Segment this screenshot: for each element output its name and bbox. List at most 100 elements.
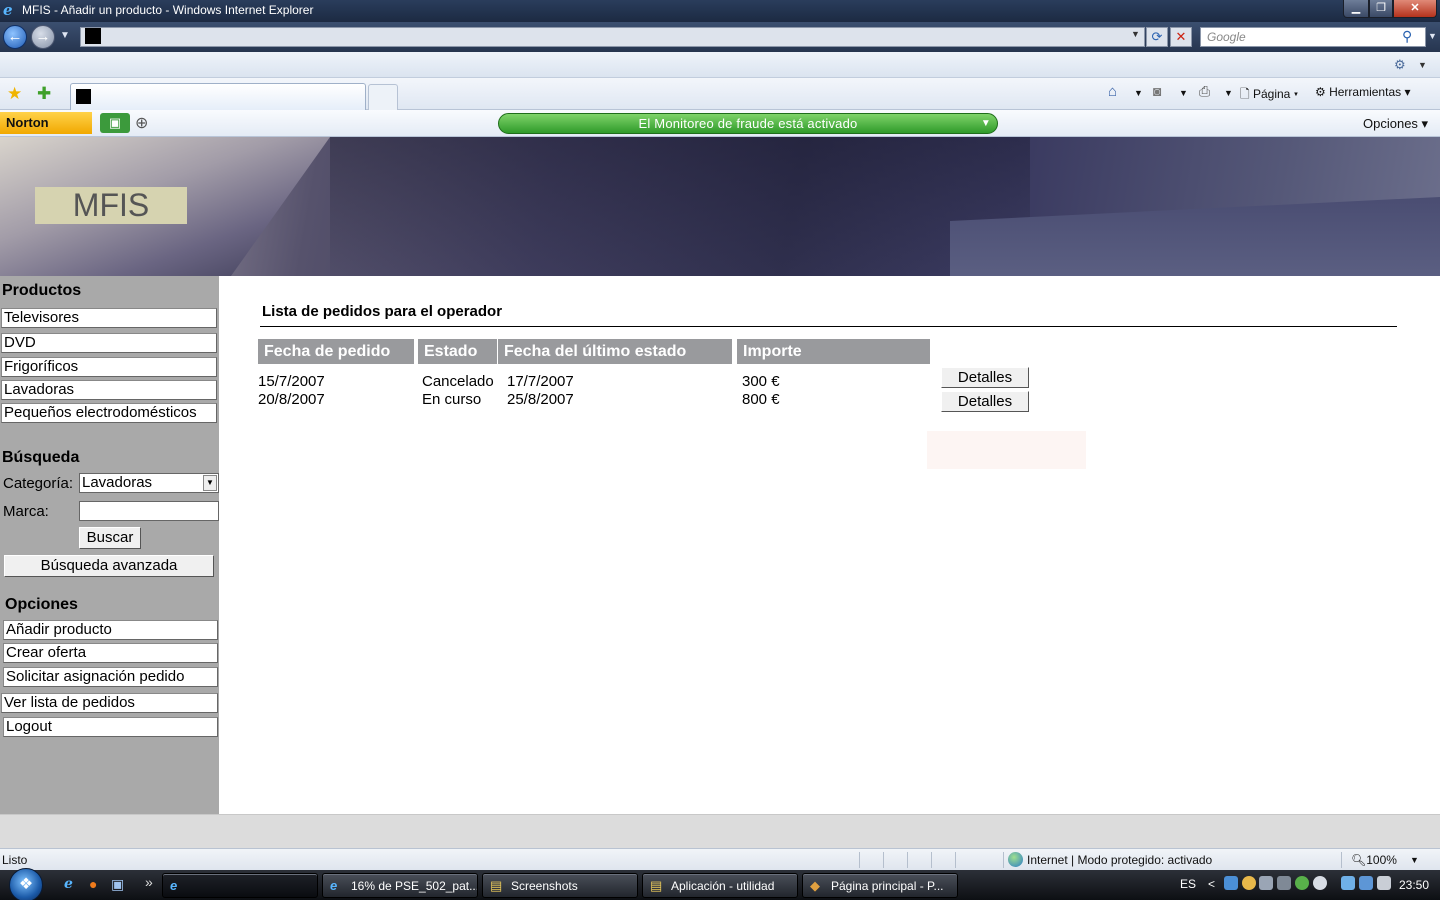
quicklaunch-firefox-icon[interactable]: ●	[89, 876, 97, 892]
print-icon[interactable]: ⎙	[1199, 83, 1210, 100]
volume-icon[interactable]	[1377, 876, 1391, 890]
brand-label: Marca:	[3, 503, 49, 520]
norton-logo[interactable]: Norton	[0, 112, 92, 134]
quicklaunch-ie-icon[interactable]: e	[64, 876, 73, 892]
close-window-button[interactable]: ✕	[1393, 0, 1437, 18]
tools-menu[interactable]: ⚙ Herramientas ▾	[1315, 85, 1410, 99]
favorites-star-icon[interactable]: ★	[7, 84, 22, 104]
table-cell-ultimo-estado: 25/8/2007	[507, 391, 574, 408]
tray-battery-icon[interactable]	[1341, 876, 1355, 890]
tray-drive-icon[interactable]	[1259, 876, 1273, 890]
fraud-monitor-text: El Monitoreo de fraude está activado	[638, 116, 858, 131]
recent-pages-dropdown-icon[interactable]: ▼	[60, 30, 70, 41]
links-bar: ⚙ ▼	[0, 52, 1440, 78]
details-button[interactable]: Detalles	[941, 367, 1029, 388]
advanced-search-button[interactable]: Búsqueda avanzada	[4, 555, 214, 577]
home-dropdown-icon[interactable]: ▼	[1134, 88, 1143, 98]
sidebar-item-crear-oferta[interactable]: Crear oferta	[3, 643, 218, 663]
app-icon: ◆	[810, 878, 820, 893]
page-footer-area	[0, 814, 1440, 848]
globe-icon[interactable]: ⊕	[135, 113, 148, 133]
feeds-dropdown-icon[interactable]: ▼	[1179, 88, 1188, 98]
show-desktop-icon[interactable]: ▣	[111, 876, 124, 893]
tray-display-icon[interactable]	[1359, 876, 1373, 890]
category-selected-value: Lavadoras	[82, 474, 153, 491]
add-favorite-icon[interactable]: ✚	[37, 84, 51, 104]
tray-expand-icon[interactable]: <	[1208, 877, 1215, 891]
options-heading: Opciones	[5, 596, 78, 613]
zoom-dropdown-icon[interactable]: ▼	[1410, 855, 1419, 865]
address-dropdown-icon[interactable]: ▼	[1131, 29, 1140, 39]
language-indicator[interactable]: ES	[1180, 877, 1196, 891]
feeds-icon[interactable]: ◙	[1153, 83, 1161, 99]
sidebar-item-solicitar-asignacion[interactable]: Solicitar asignación pedido	[3, 667, 218, 687]
fraud-monitor-status[interactable]: El Monitoreo de fraude está activado ▼	[498, 113, 998, 134]
chevron-down-icon[interactable]: ▼	[203, 475, 217, 491]
tab-command-bar: ★ ✚ ⌂ ▼ ◙ ▼ ⎙ ▼ 🗋 Página ▾ ⚙ Herramienta…	[0, 78, 1440, 110]
taskbar-item-ie[interactable]: e	[162, 873, 318, 898]
category-select[interactable]: Lavadoras ▼	[79, 473, 219, 493]
links-dropdown-icon[interactable]: ▼	[1418, 60, 1427, 70]
tray-messenger-icon[interactable]	[1295, 876, 1309, 890]
search-button[interactable]: Buscar	[79, 527, 141, 549]
translate-icon[interactable]: ⚙	[1394, 57, 1406, 73]
tray-device-icon[interactable]	[1277, 876, 1291, 890]
fraud-dropdown-icon[interactable]: ▼	[981, 114, 991, 133]
tray-chat-icon[interactable]	[1313, 876, 1327, 890]
table-cell-importe: 300 €	[742, 373, 780, 390]
sidebar-item-logout[interactable]: Logout	[3, 717, 218, 737]
clock[interactable]: 23:50	[1399, 878, 1429, 892]
internet-explorer-icon: e	[3, 1, 13, 19]
norton-options-label: Opciones	[1363, 116, 1418, 131]
sidebar-item-ver-lista-pedidos[interactable]: Ver lista de pedidos	[1, 693, 218, 713]
products-heading: Productos	[2, 282, 82, 299]
category-label: Categoría:	[3, 475, 74, 492]
security-zone-text[interactable]: Internet | Modo protegido: activado	[1027, 853, 1212, 867]
home-icon[interactable]: ⌂	[1108, 83, 1117, 100]
column-header-estado: Estado	[418, 339, 497, 364]
sidebar-item-televisores[interactable]: Televisores	[1, 308, 217, 328]
sidebar-item-pequenos-electrodomesticos[interactable]: Pequeños electrodomésticos	[1, 403, 217, 423]
brand-input[interactable]	[79, 501, 219, 521]
start-button[interactable]: ❖	[9, 868, 43, 900]
search-icon[interactable]: ⚲	[1402, 28, 1412, 45]
quicklaunch-more-icon[interactable]: »	[145, 874, 153, 890]
sidebar-item-lavadoras[interactable]: Lavadoras	[1, 380, 217, 400]
status-bar: Listo Internet | Modo protegido: activad…	[0, 848, 1440, 870]
search-input[interactable]: Google	[1200, 27, 1426, 47]
norton-options-menu[interactable]: Opciones ▾	[1363, 116, 1428, 132]
column-header-fecha-ultimo-estado: Fecha del último estado	[498, 339, 732, 364]
taskbar-item-aplicacion[interactable]: ▤ Aplicación - utilidad	[642, 873, 798, 898]
tab-current[interactable]	[70, 83, 366, 110]
search-heading: Búsqueda	[2, 449, 80, 466]
taskbar-item-label: 16% de PSE_502_pat...	[351, 879, 478, 893]
taskbar-item-download[interactable]: e 16% de PSE_502_pat...	[322, 873, 478, 898]
address-input[interactable]	[80, 27, 1145, 47]
sidebar-item-dvd[interactable]: DVD	[1, 333, 217, 353]
back-button[interactable]: ←	[3, 25, 27, 49]
minimize-button[interactable]: ▁	[1343, 0, 1369, 18]
search-options-dropdown-icon[interactable]: ▼	[1428, 31, 1437, 41]
sidebar-item-frigorificos[interactable]: Frigoríficos	[1, 357, 217, 377]
table-cell-importe: 800 €	[742, 391, 780, 408]
refresh-button[interactable]: ⟳	[1146, 27, 1168, 47]
status-divider	[883, 852, 884, 868]
zoom-level[interactable]: 🔍︎100%	[1351, 853, 1397, 867]
print-dropdown-icon[interactable]: ▼	[1224, 88, 1233, 98]
forward-button[interactable]: →	[31, 25, 55, 49]
details-button[interactable]: Detalles	[941, 391, 1029, 412]
page-menu[interactable]: 🗋 Página ▾	[1240, 85, 1298, 106]
taskbar-item-pagina-principal[interactable]: ◆ Página principal - P...	[802, 873, 958, 898]
maximize-button[interactable]: ❐	[1369, 0, 1393, 18]
window-titlebar: e MFIS - Añadir un producto - Windows In…	[0, 0, 1440, 22]
heading-divider	[260, 326, 1397, 327]
sidebar-item-anadir-producto[interactable]: Añadir producto	[3, 620, 218, 640]
new-tab-button[interactable]	[368, 84, 398, 110]
tray-network-icon[interactable]	[1224, 876, 1238, 890]
taskbar-item-screenshots[interactable]: ▤ Screenshots	[482, 873, 638, 898]
page-menu-label: Página	[1252, 87, 1291, 101]
site-logo: MFIS	[35, 187, 187, 224]
stop-button[interactable]: ✕	[1170, 27, 1192, 47]
norton-computer-icon[interactable]: ▣	[100, 113, 130, 133]
tray-norton-icon[interactable]	[1242, 876, 1256, 890]
